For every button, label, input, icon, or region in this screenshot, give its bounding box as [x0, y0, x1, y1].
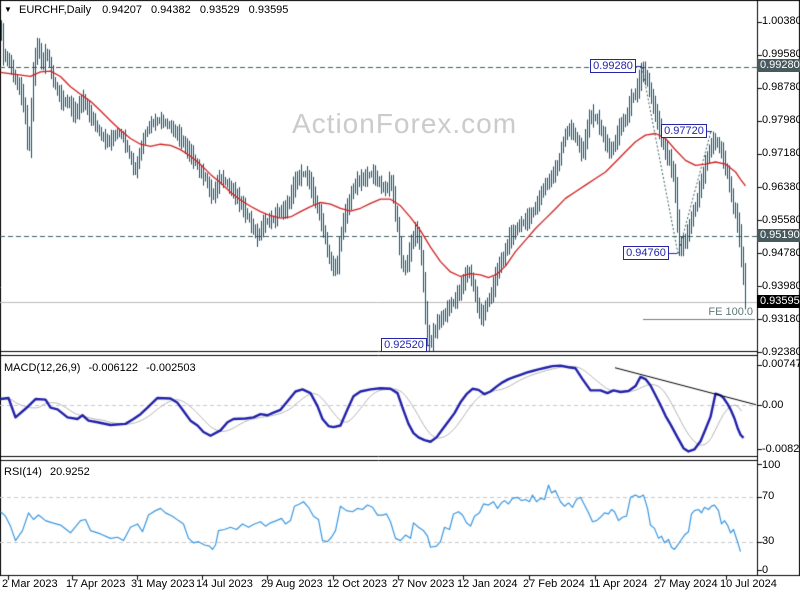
date-tick: 2 Mar 2023 — [2, 578, 58, 590]
price-level-badge: 0.95190 — [757, 229, 800, 242]
date-tick: 12 Jan 2024 — [457, 578, 518, 590]
price-tick: 0.93980 — [762, 280, 800, 292]
price-tick: 0.97980 — [762, 114, 800, 126]
date-tick: 11 Apr 2024 — [589, 578, 648, 590]
price-tick: 1.00380 — [762, 15, 800, 27]
price-tick: 0.96380 — [762, 181, 800, 193]
macd-tick: -0.00824 — [762, 443, 800, 455]
price-tick: 0.95580 — [762, 214, 800, 226]
macd-tick: 0.00 — [762, 399, 784, 411]
price-tick: 0.92380 — [762, 346, 800, 358]
date-tick: 10 Jul 2024 — [720, 578, 777, 590]
symbol-dropdown-icon[interactable]: ▼ — [4, 5, 12, 14]
price-level-badge: 0.99280 — [757, 59, 800, 72]
date-tick: 17 Apr 2023 — [66, 578, 126, 590]
swing-low-tag: 0.94760 — [623, 246, 669, 260]
quote-close: 0.93595 — [248, 4, 289, 16]
swing-high-tag: 0.99280 — [590, 59, 636, 73]
rsi-tick: 70 — [762, 490, 775, 502]
macd-tick: 0.007477 — [762, 358, 800, 370]
symbol-label: EURCHF,Daily — [18, 4, 92, 16]
quote-high: 0.94382 — [151, 4, 191, 16]
price-tick: 0.94780 — [762, 247, 800, 259]
macd-value: -0.006122 — [88, 362, 139, 374]
main-price-pane[interactable] — [0, 0, 757, 351]
date-tick: 27 Feb 2024 — [523, 578, 585, 590]
rsi-tick: 100 — [762, 459, 781, 471]
current-price-badge: 0.93595 — [757, 295, 800, 308]
rsi-tick: 0 — [762, 564, 769, 576]
macd-label: MACD(12,26,9) -0.006122 -0.002503 — [4, 362, 196, 374]
quote-open: 0.94207 — [102, 4, 142, 16]
price-tick: 0.98780 — [762, 81, 800, 93]
price-tick: 0.97180 — [762, 147, 800, 159]
macd-name: MACD(12,26,9) — [4, 362, 81, 374]
date-tick: 31 May 2023 — [131, 578, 195, 590]
date-tick: 27 May 2024 — [654, 578, 718, 590]
fib-extension-label: FE 100.0 — [708, 306, 753, 318]
rsi-tick: 30 — [762, 535, 775, 547]
quote-low: 0.93529 — [199, 4, 240, 16]
date-tick: 29 Aug 2023 — [261, 578, 323, 590]
rsi-label: RSI(14) 20.9252 — [4, 466, 90, 478]
date-tick: 27 Nov 2023 — [392, 578, 455, 590]
macd-signal-value: -0.002503 — [146, 362, 196, 374]
swing-high-tag: 0.97720 — [661, 124, 707, 138]
rsi-pane[interactable] — [0, 461, 757, 575]
chart-title-bar: ▼ EURCHF,Daily 0.94207 0.94382 0.93529 0… — [4, 4, 294, 16]
rsi-name: RSI(14) — [4, 466, 42, 478]
rsi-value: 20.9252 — [49, 466, 90, 478]
date-tick: 14 Jul 2023 — [196, 578, 253, 590]
date-tick: 12 Oct 2023 — [327, 578, 387, 590]
chart-window: ActionForex.com ▼ EURCHF,Daily 0.94207 0… — [0, 0, 800, 600]
swing-low-tag: 0.92520 — [381, 338, 427, 352]
price-tick: 0.93180 — [762, 313, 800, 325]
